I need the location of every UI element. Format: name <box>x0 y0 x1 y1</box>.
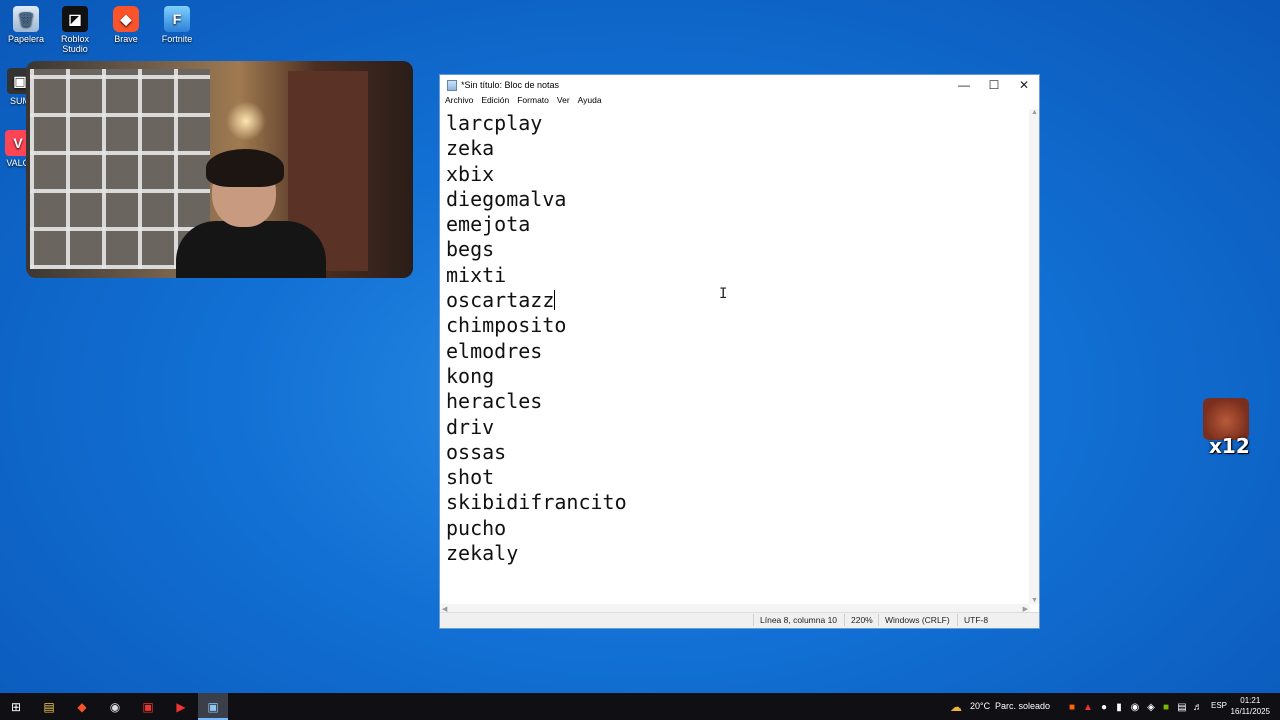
fortnite-icon: F <box>164 6 190 32</box>
minimize-button[interactable]: — <box>949 75 979 95</box>
clock[interactable]: 01:21 16/11/2025 <box>1231 695 1270 717</box>
text-line: zeka <box>446 136 495 161</box>
text-line: mixti <box>446 262 507 287</box>
window-title: *Sin título: Bloc de notas <box>461 80 560 90</box>
notepad-window[interactable]: *Sin título: Bloc de notas — ☐ ✕ Archivo… <box>439 74 1040 629</box>
scroll-up-icon[interactable]: ▲ <box>1031 109 1038 116</box>
weather-text[interactable]: Parc. soleado <box>995 701 1050 711</box>
recycle-bin-icon: 🗑 <box>13 6 39 32</box>
menu-ayuda[interactable]: Ayuda <box>577 95 607 109</box>
notepad-icon <box>447 79 457 91</box>
text-line: larcplay <box>446 111 543 135</box>
file-explorer-icon[interactable]: ▤ <box>39 697 59 717</box>
webcam-person-hair <box>206 149 284 187</box>
desktop-icon-label: Papelera <box>7 34 45 44</box>
notepad-taskbar-icon[interactable]: ▣ <box>203 697 223 717</box>
menu-archivo[interactable]: Archivo <box>444 95 478 109</box>
desktop-icon-brave[interactable]: ◆ Brave <box>100 6 152 44</box>
brave-taskbar-icon[interactable]: ◆ <box>72 697 92 717</box>
webcam-lamp <box>226 101 266 141</box>
text-line: ossas <box>446 439 507 464</box>
menu-bar: Archivo Edición Formato Ver Ayuda <box>440 95 1039 109</box>
brave-icon: ◆ <box>113 6 139 32</box>
desktop-icon-fortnite[interactable]: F Fortnite <box>151 6 203 44</box>
text-line: chimposito <box>446 313 567 338</box>
clock-date: 16/11/2025 <box>1230 707 1270 716</box>
text-line: elmodres <box>446 338 543 363</box>
title-bar[interactable]: *Sin título: Bloc de notas — ☐ ✕ <box>440 75 1039 95</box>
text-line: driv <box>446 414 495 439</box>
text-line: skibidifrancito <box>446 490 627 515</box>
status-line-ending: Windows (CRLF) <box>885 615 950 625</box>
text-line: emejota <box>446 212 531 237</box>
status-encoding: UTF-8 <box>964 615 989 625</box>
text-caret <box>554 290 556 311</box>
sticker-count: x12 <box>1209 434 1250 458</box>
emote-sticker: x12 <box>1203 398 1251 458</box>
text-line: zekaly <box>446 541 519 566</box>
status-position: Línea 8, columna 10 <box>760 615 838 625</box>
text-editor[interactable]: larcplay zeka xbix diegomalva emejota begs mix… <box>440 109 1030 604</box>
text-line: pucho <box>446 515 507 540</box>
close-button[interactable]: ✕ <box>1009 75 1039 95</box>
weather-icon[interactable]: ☁ <box>946 697 966 717</box>
webcam-person-body <box>176 221 326 278</box>
language-indicator[interactable]: ESP <box>1211 701 1227 710</box>
scroll-down-icon[interactable]: ▼ <box>1031 597 1038 604</box>
menu-edicion[interactable]: Edición <box>480 95 514 109</box>
desktop-icon-roblox-studio[interactable]: ◪ Roblox Studio <box>49 6 101 54</box>
start-windows-icon[interactable]: ⊞ <box>6 697 26 717</box>
volume-icon[interactable]: ♬ <box>1188 697 1208 717</box>
menu-formato[interactable]: Formato <box>516 95 554 109</box>
text-cursor-icon: I <box>719 286 728 302</box>
text-line: diegomalva <box>446 186 567 211</box>
maximize-button[interactable]: ☐ <box>979 75 1009 95</box>
text-line: xbix <box>446 161 495 186</box>
obs-icon[interactable]: ◉ <box>105 697 125 717</box>
desktop-icon-label: Roblox Studio <box>60 34 89 54</box>
desktop-icon-label: Brave <box>114 34 138 44</box>
app-taskbar-icon[interactable]: ▣ <box>138 697 158 717</box>
status-zoom: 220% <box>851 615 873 625</box>
desktop-icon-papelera[interactable]: 🗑 Papelera <box>0 6 52 44</box>
clock-time: 01:21 <box>1240 696 1261 705</box>
taskbar: ⊞ ▤ ◆ ◉ ▣ ▶ ▣ ☁ 20°C Parc. soleado ■ ▲ ●… <box>0 693 1280 720</box>
text-line: begs <box>446 237 495 262</box>
webcam-overlay <box>26 61 413 278</box>
status-bar: Línea 8, columna 10 220% Windows (CRLF) … <box>440 612 1039 628</box>
text-line: kong <box>446 363 495 388</box>
desktop-icon-label: Fortnite <box>161 34 193 44</box>
text-line: shot <box>446 465 495 490</box>
text-line: oscartazz <box>446 288 556 313</box>
weather-temp[interactable]: 20°C <box>970 701 990 711</box>
roblox-studio-icon: ◪ <box>62 6 88 32</box>
youtube-taskbar-icon[interactable]: ▶ <box>171 697 191 717</box>
vertical-scrollbar[interactable]: ▲ ▼ <box>1029 109 1039 604</box>
text-lines: larcplay zeka xbix diegomalva emejota begs mix… <box>446 111 627 566</box>
menu-ver[interactable]: Ver <box>556 95 575 109</box>
text-line: heracles <box>446 389 543 414</box>
